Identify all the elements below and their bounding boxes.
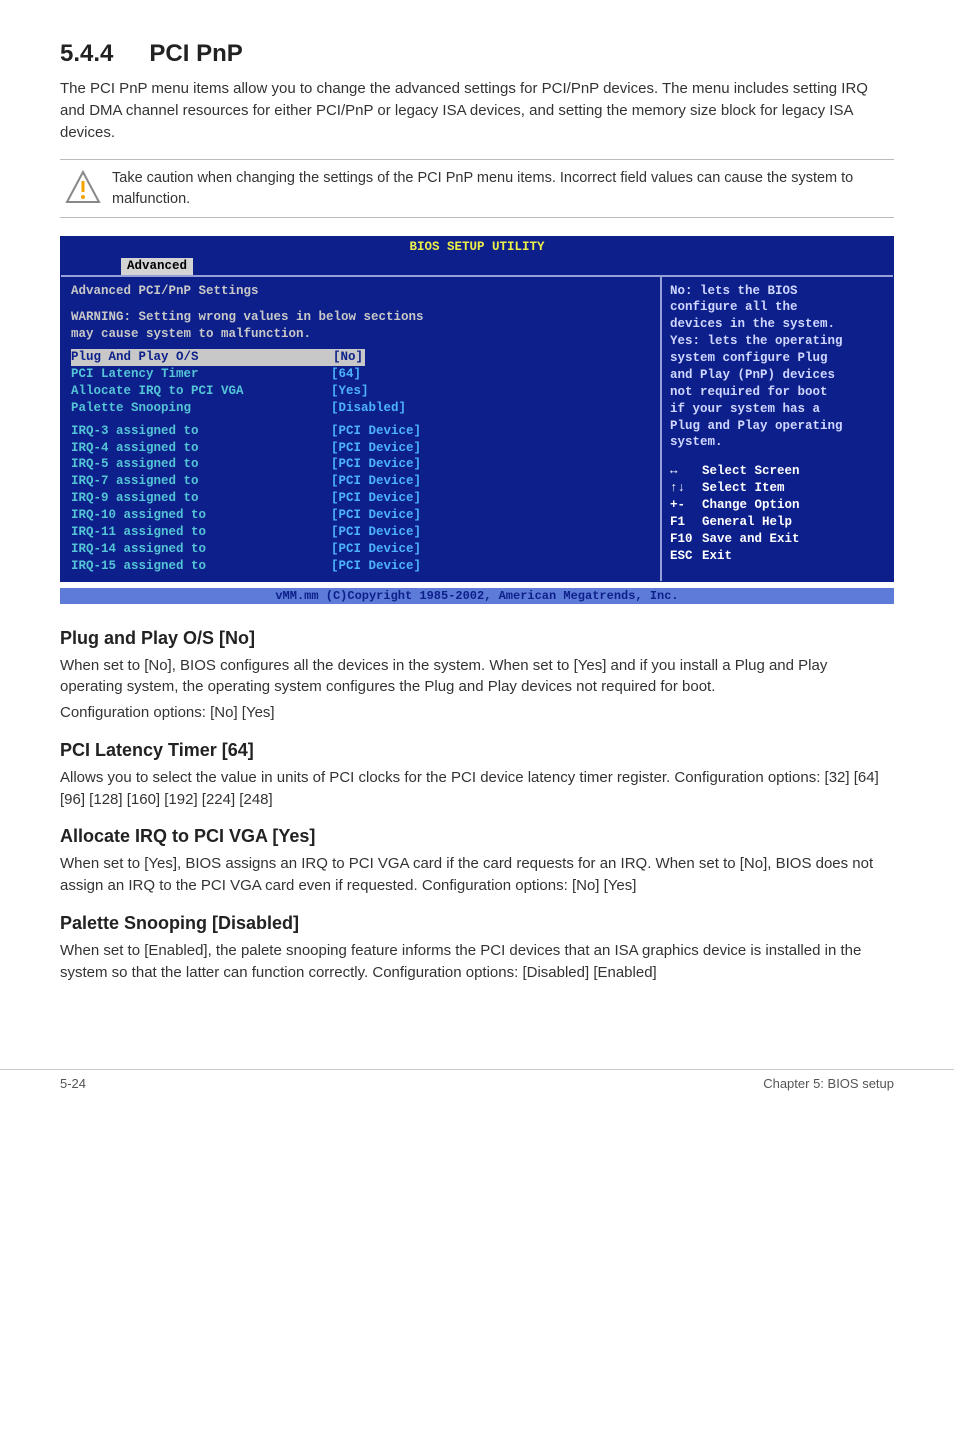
paragraph: When set to [No], BIOS configures all th… <box>60 655 894 699</box>
bios-key-legend: ↔Select Screen ↑↓Select Item +-Change Op… <box>670 463 885 564</box>
bios-label: IRQ-4 assigned to <box>71 440 331 457</box>
bios-value: [PCI Device] <box>331 423 421 440</box>
bios-row-irq4[interactable]: IRQ-4 assigned to[PCI Device] <box>71 440 650 457</box>
key-desc: Change Option <box>702 498 800 512</box>
bios-value: [PCI Device] <box>331 541 421 558</box>
bios-value: [PCI Device] <box>331 490 421 507</box>
bios-row-irq3[interactable]: IRQ-3 assigned to[PCI Device] <box>71 423 650 440</box>
bios-value: [PCI Device] <box>331 456 421 473</box>
key-desc: Save and Exit <box>702 532 800 546</box>
bios-label: IRQ-14 assigned to <box>71 541 331 558</box>
chapter-label: Chapter 5: BIOS setup <box>763 1076 894 1091</box>
subhead-palette-snooping: Palette Snooping [Disabled] <box>60 913 894 934</box>
section-number: 5.4.4 <box>60 40 113 68</box>
bios-value: [No] <box>331 349 365 366</box>
bios-value: [64] <box>331 366 361 383</box>
bios-label: IRQ-15 assigned to <box>71 558 331 575</box>
key-desc: Select Item <box>702 481 785 495</box>
bios-label: IRQ-5 assigned to <box>71 456 331 473</box>
bios-label: IRQ-9 assigned to <box>71 490 331 507</box>
bios-help-text: No: lets the BIOS configure all the devi… <box>670 283 885 452</box>
key: F1 <box>670 514 702 531</box>
bios-row-plug-and-play[interactable]: Plug And Play O/S [No] <box>71 349 650 366</box>
key-desc: Select Screen <box>702 464 800 478</box>
subhead-allocate-irq: Allocate IRQ to PCI VGA [Yes] <box>60 826 894 847</box>
bios-label: Allocate IRQ to PCI VGA <box>71 383 331 400</box>
help-line: configure all the <box>670 299 885 316</box>
bios-panel-title: Advanced PCI/PnP Settings <box>71 283 650 300</box>
key: ↑↓ <box>670 480 702 497</box>
bios-row-irq7[interactable]: IRQ-7 assigned to[PCI Device] <box>71 473 650 490</box>
key-desc: Exit <box>702 549 732 563</box>
bios-left-panel: Advanced PCI/PnP Settings WARNING: Setti… <box>61 277 662 581</box>
caution-text: Take caution when changing the settings … <box>106 168 894 209</box>
bios-title: BIOS SETUP UTILITY <box>61 237 893 258</box>
bios-right-panel: No: lets the BIOS configure all the devi… <box>662 277 893 581</box>
bios-warning-line1: WARNING: Setting wrong values in below s… <box>71 309 650 326</box>
caution-icon <box>60 168 106 204</box>
page-footer: 5-24 Chapter 5: BIOS setup <box>0 1069 954 1111</box>
bios-label: IRQ-7 assigned to <box>71 473 331 490</box>
paragraph: When set to [Yes], BIOS assigns an IRQ t… <box>60 853 894 897</box>
bios-label: PCI Latency Timer <box>71 366 331 383</box>
bios-footer: vMM.mm (C)Copyright 1985-2002, American … <box>60 588 894 604</box>
bios-value: [PCI Device] <box>331 507 421 524</box>
paragraph: Allows you to select the value in units … <box>60 767 894 811</box>
bios-row-allocate-irq[interactable]: Allocate IRQ to PCI VGA [Yes] <box>71 383 650 400</box>
help-line: if your system has a <box>670 401 885 418</box>
key: F10 <box>670 531 702 548</box>
key: ESC <box>670 548 702 565</box>
bios-label: IRQ-3 assigned to <box>71 423 331 440</box>
section-title: PCI PnP <box>149 40 242 67</box>
help-line: No: lets the BIOS <box>670 283 885 300</box>
paragraph: Configuration options: [No] [Yes] <box>60 702 894 724</box>
help-line: system. <box>670 434 885 451</box>
bios-row-irq5[interactable]: IRQ-5 assigned to[PCI Device] <box>71 456 650 473</box>
bios-value: [PCI Device] <box>331 524 421 541</box>
bios-label: IRQ-11 assigned to <box>71 524 331 541</box>
help-line: Yes: lets the operating <box>670 333 885 350</box>
subhead-pci-latency: PCI Latency Timer [64] <box>60 740 894 761</box>
bios-label: IRQ-10 assigned to <box>71 507 331 524</box>
bios-row-irq9[interactable]: IRQ-9 assigned to[PCI Device] <box>71 490 650 507</box>
bios-value: [PCI Device] <box>331 473 421 490</box>
paragraph: When set to [Enabled], the palete snoopi… <box>60 940 894 984</box>
bios-row-irq15[interactable]: IRQ-15 assigned to[PCI Device] <box>71 558 650 575</box>
page-number: 5-24 <box>60 1076 86 1091</box>
help-line: and Play (PnP) devices <box>670 367 885 384</box>
bios-row-irq10[interactable]: IRQ-10 assigned to[PCI Device] <box>71 507 650 524</box>
bios-label: Plug And Play O/S <box>71 349 331 366</box>
key: ↔ <box>670 463 702 480</box>
help-line: not required for boot <box>670 384 885 401</box>
key-desc: General Help <box>702 515 792 529</box>
subhead-plug-and-play: Plug and Play O/S [No] <box>60 628 894 649</box>
help-line: Plug and Play operating <box>670 418 885 435</box>
bios-label: Palette Snooping <box>71 400 331 417</box>
bios-warning-line2: may cause system to malfunction. <box>71 326 650 343</box>
bios-value: [Yes] <box>331 383 369 400</box>
help-line: system configure Plug <box>670 350 885 367</box>
help-line: devices in the system. <box>670 316 885 333</box>
bios-value: [PCI Device] <box>331 558 421 575</box>
bios-row-palette-snooping[interactable]: Palette Snooping [Disabled] <box>71 400 650 417</box>
section-heading: 5.4.4 PCI PnP <box>60 40 894 68</box>
key: +- <box>670 497 702 514</box>
bios-row-pci-latency[interactable]: PCI Latency Timer [64] <box>71 366 650 383</box>
caution-note: Take caution when changing the settings … <box>60 159 894 218</box>
bios-screen: BIOS SETUP UTILITY Advanced Advanced PCI… <box>60 236 894 582</box>
bios-tab-advanced[interactable]: Advanced <box>121 258 193 275</box>
bios-value: [Disabled] <box>331 400 406 417</box>
bios-value: [PCI Device] <box>331 440 421 457</box>
bios-row-irq11[interactable]: IRQ-11 assigned to[PCI Device] <box>71 524 650 541</box>
intro-paragraph: The PCI PnP menu items allow you to chan… <box>60 78 894 143</box>
bios-row-irq14[interactable]: IRQ-14 assigned to[PCI Device] <box>71 541 650 558</box>
